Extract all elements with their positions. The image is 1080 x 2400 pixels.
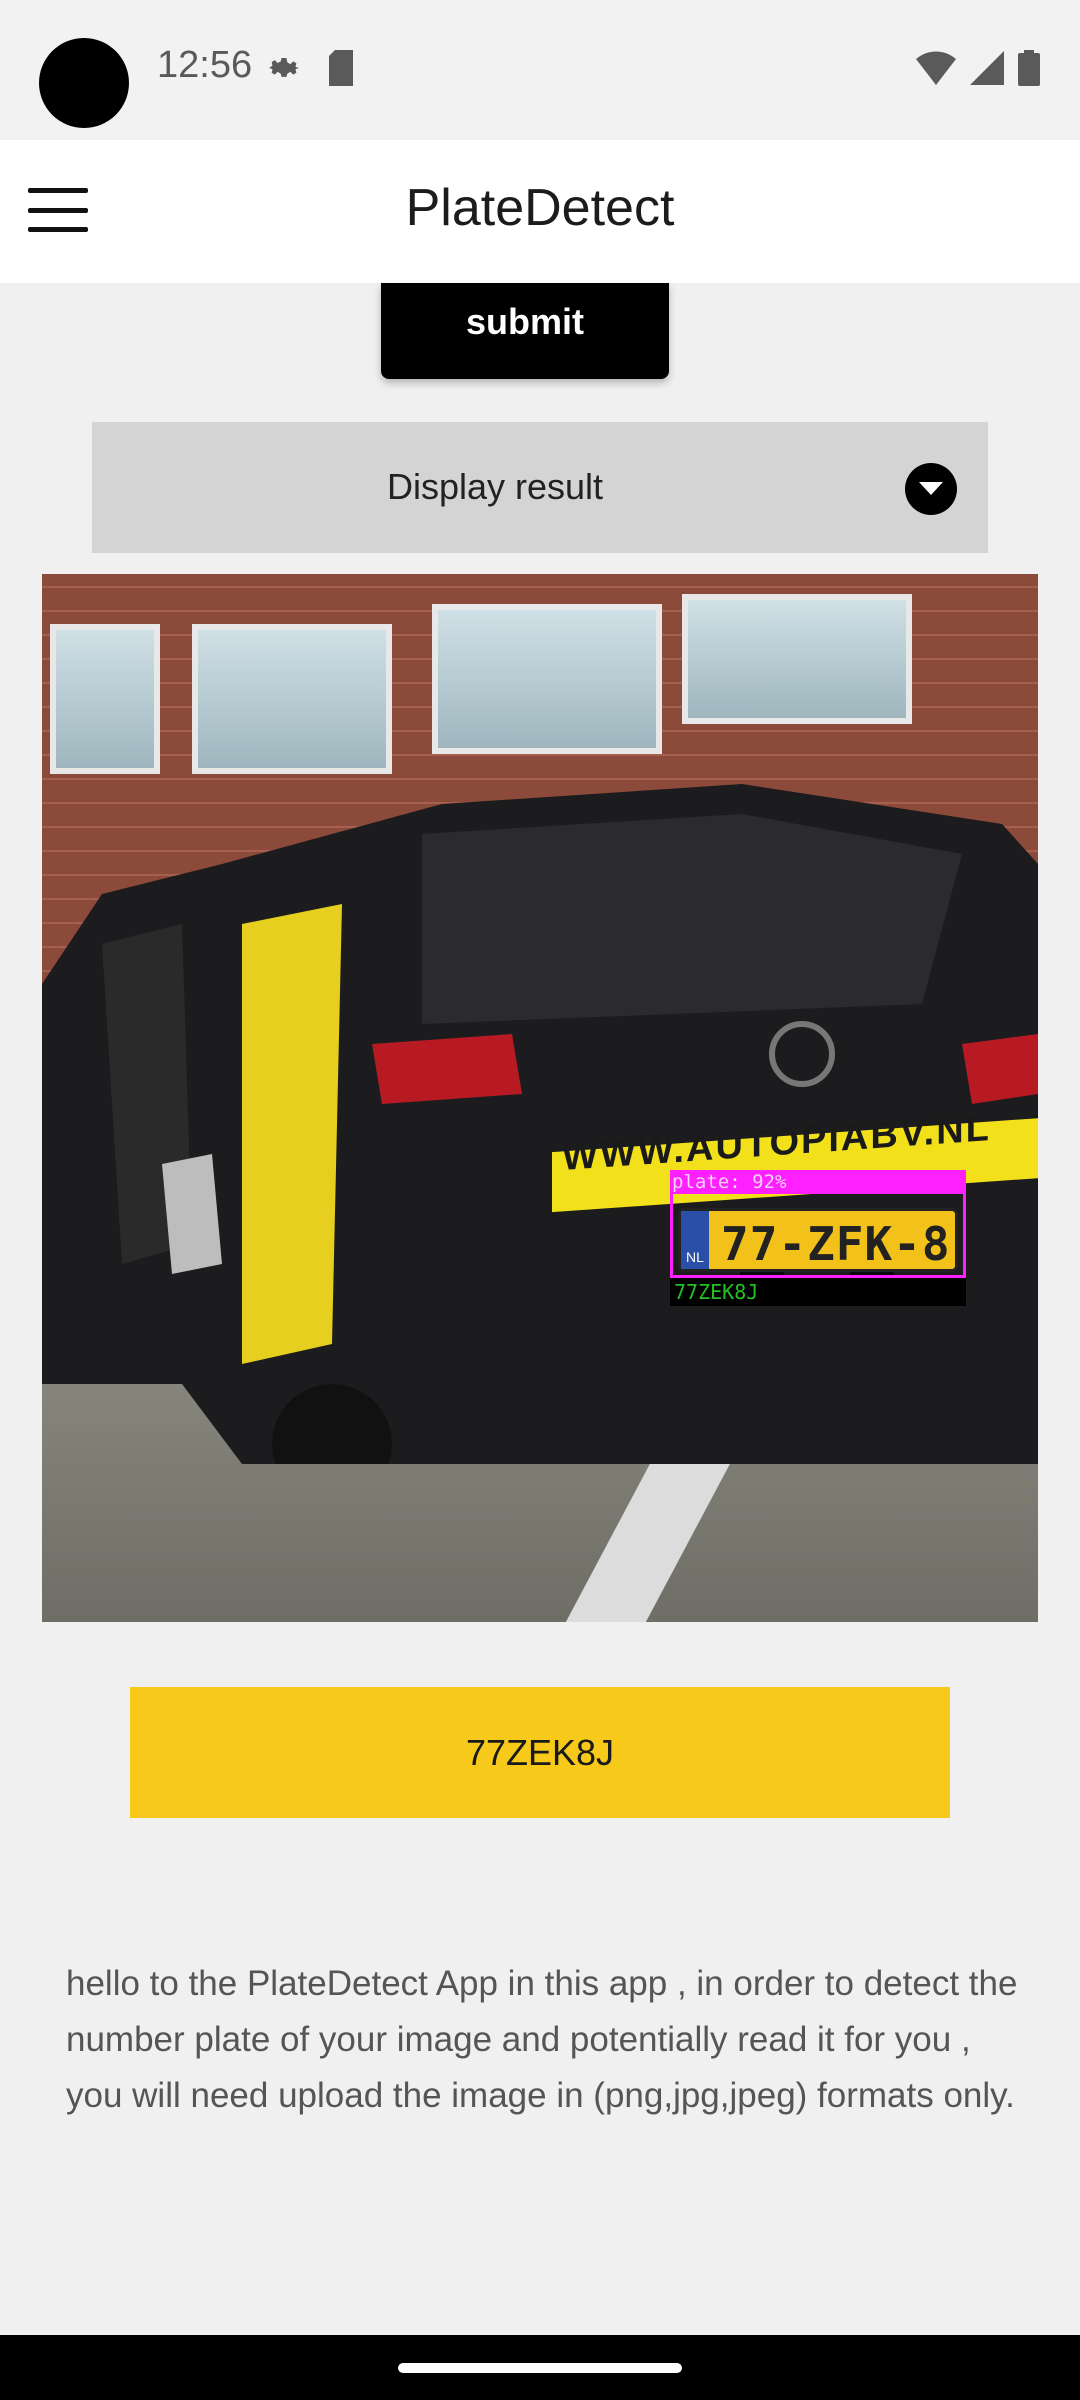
status-bar: 12:56 [0, 0, 1080, 140]
app-title: PlateDetect [405, 179, 675, 237]
status-time: 12:56 [157, 44, 253, 86]
status-right-icons [916, 48, 1040, 88]
display-result-dropdown[interactable]: Display result [92, 422, 988, 553]
submit-button[interactable]: submit [381, 283, 669, 379]
wifi-icon [916, 51, 956, 85]
app-description: hello to the PlateDetect App in this app… [66, 1964, 1018, 2115]
chevron-down-circle-icon[interactable] [905, 463, 957, 515]
battery-icon [1018, 50, 1040, 86]
ocr-result-label: 77ZEK8J [670, 1278, 966, 1306]
camera-cutout [39, 38, 129, 128]
result-image: WWW.AUTOPIABV.NL NL 77-ZFK-8 plate: 92% … [42, 574, 1038, 1622]
photo-window [682, 594, 912, 724]
sd-card-icon [329, 50, 353, 86]
cell-signal-icon [970, 51, 1004, 85]
dropdown-label: Display result [386, 466, 604, 507]
photo-window [432, 604, 662, 754]
app-bar: PlateDetect [0, 140, 1080, 283]
settings-icon [269, 58, 299, 77]
photo-car [42, 784, 1038, 1464]
recognized-plate-text: 77ZEK8J [130, 1687, 950, 1818]
home-gesture-handle[interactable] [398, 2363, 682, 2373]
detection-confidence-label: plate: 92% [670, 1170, 966, 1194]
